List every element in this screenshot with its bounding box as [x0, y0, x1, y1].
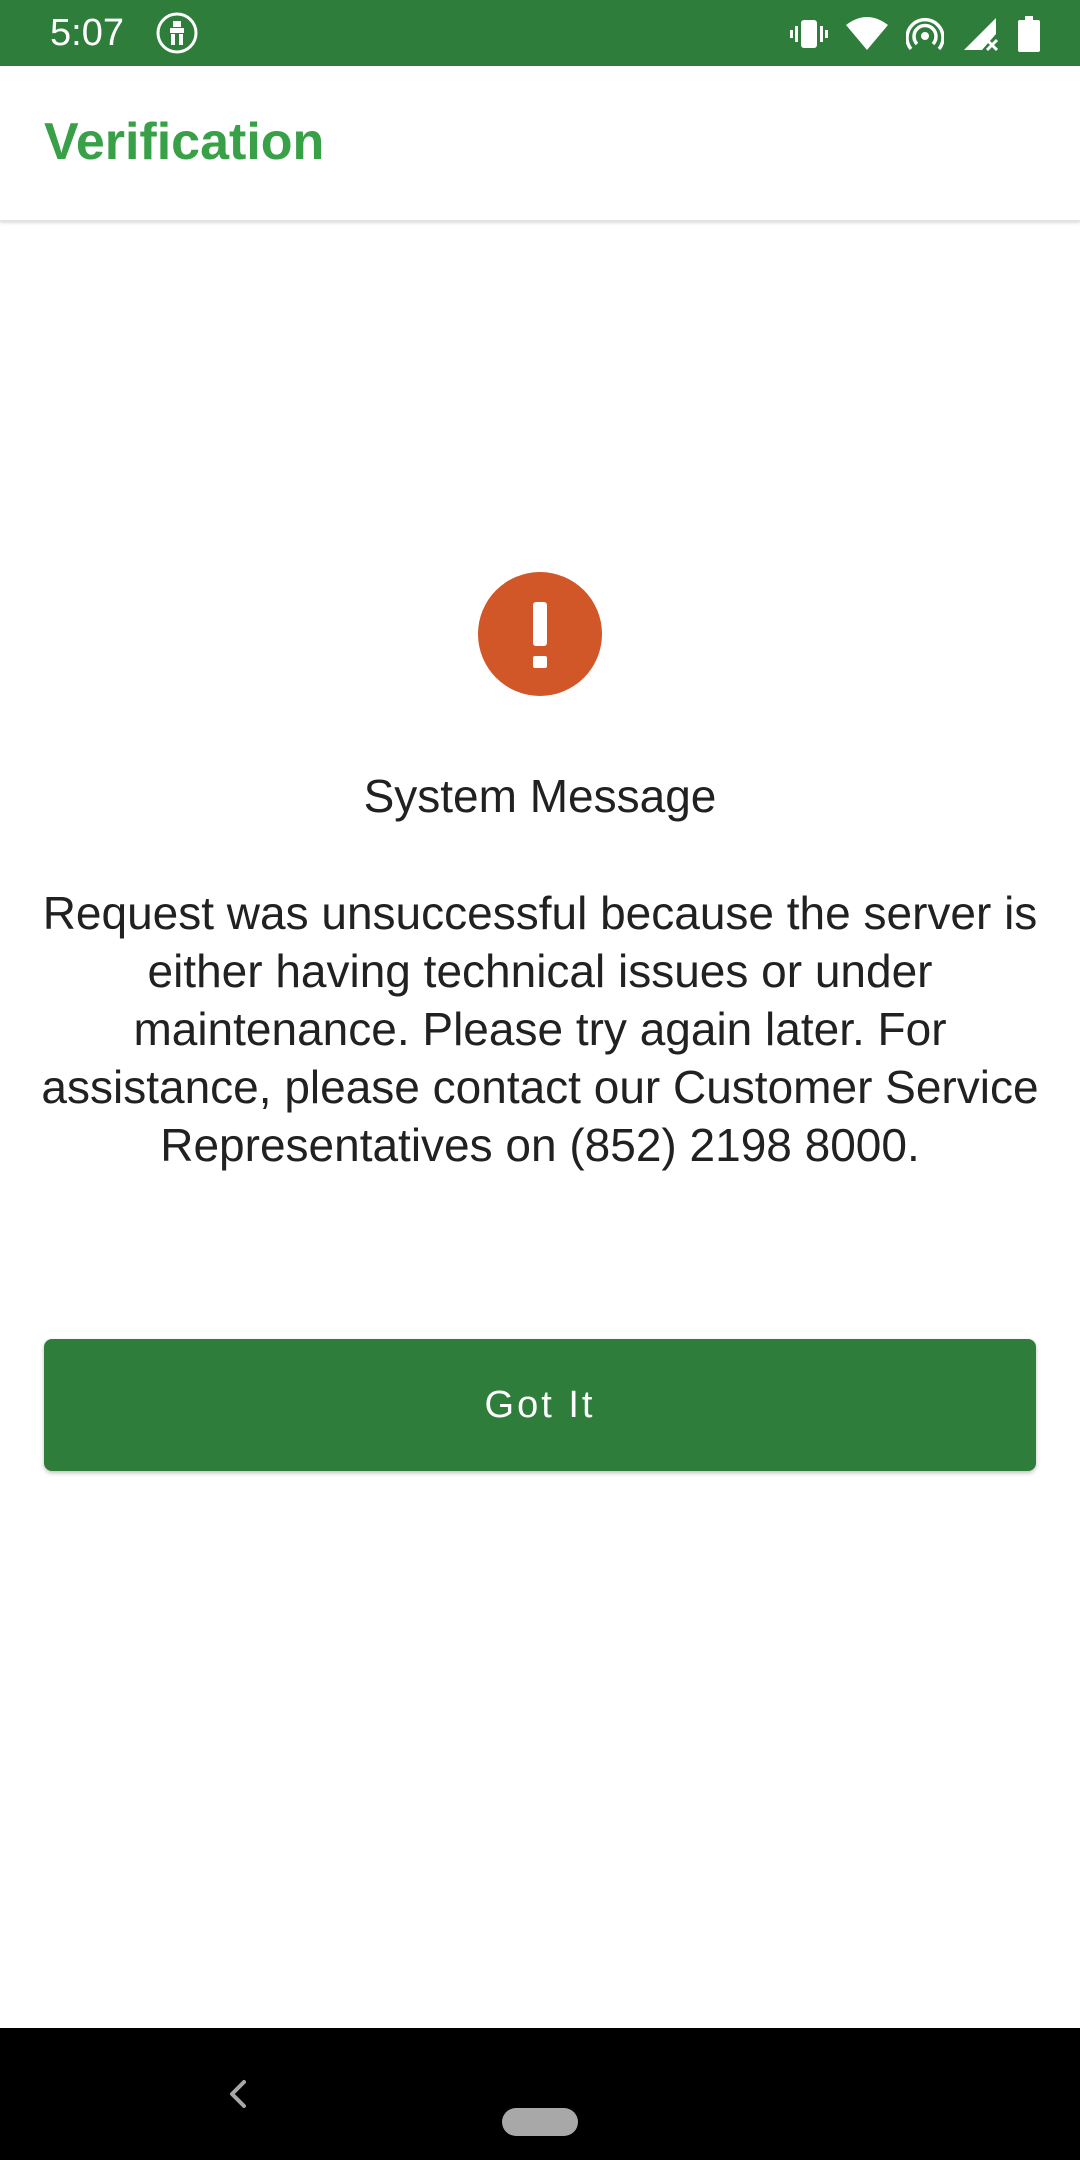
- bank-logo-icon: [156, 12, 198, 54]
- battery-icon: [1018, 16, 1040, 52]
- message-body: Request was unsuccessful because the ser…: [41, 887, 1039, 1171]
- exclamation-icon: [478, 572, 602, 696]
- status-time: 5:07: [50, 12, 124, 54]
- home-pill-icon[interactable]: [502, 2108, 578, 2136]
- signal-icon: [964, 18, 999, 52]
- got-it-button[interactable]: Got It: [44, 1339, 1036, 1471]
- verification-screen: 5:07 Verification System Message Request…: [0, 0, 1080, 2160]
- wifi-icon: [846, 17, 888, 50]
- status-bar: 5:07: [0, 0, 1080, 66]
- message-title: System Message: [363, 770, 717, 822]
- app-bar: Verification: [0, 66, 1080, 221]
- hotspot-icon: [906, 18, 944, 51]
- navigation-bar: [0, 2028, 1080, 2160]
- back-chevron-icon[interactable]: [220, 2074, 260, 2114]
- status-icons: [772, 12, 1040, 56]
- page-title: Verification: [44, 113, 325, 171]
- vibrate-icon: [790, 20, 828, 48]
